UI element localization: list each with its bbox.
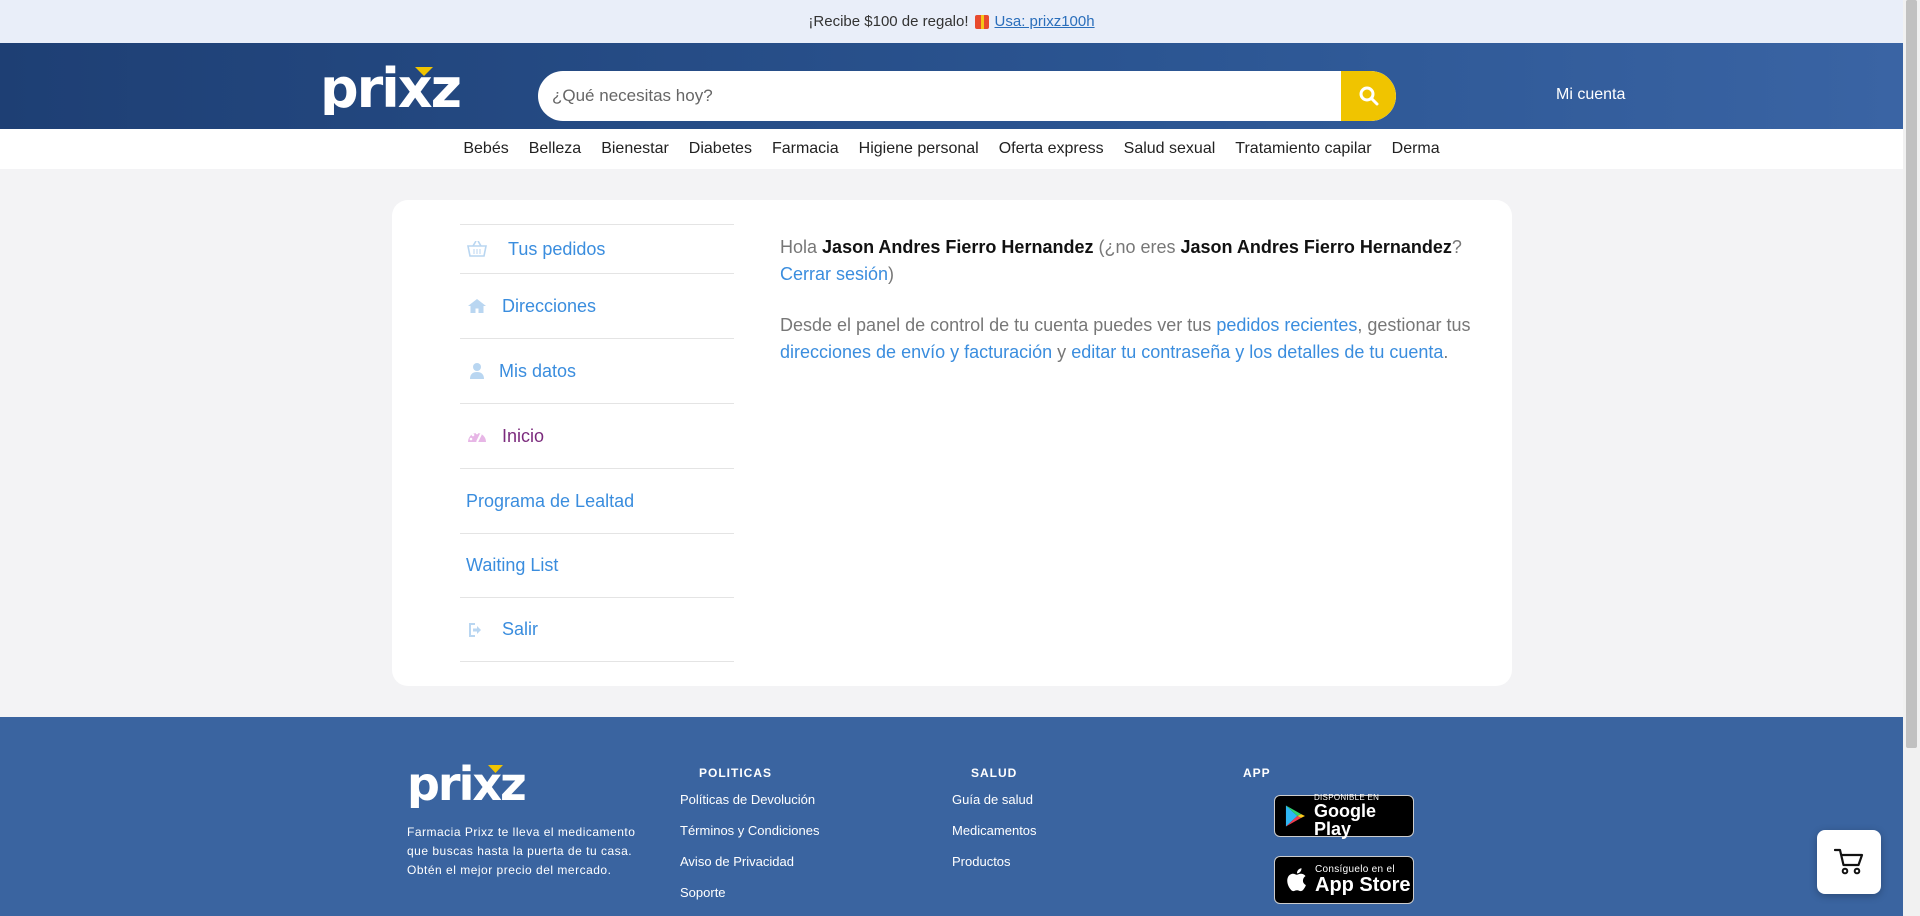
app-store-big: App Store [1315,874,1411,896]
close-paren: ) [888,264,895,284]
footer-app-title: APP [1243,766,1271,780]
basket-icon [466,238,488,260]
sidebar-item-label: Salir [502,619,539,639]
not-you-text: (¿no eres [1098,237,1176,257]
sidebar-item-orders[interactable]: Tus pedidos [460,224,734,273]
desc-text: . [1443,342,1449,362]
my-account-link[interactable]: Mi cuenta [1556,86,1625,104]
site-footer: prixz Farmacia Prixz te lleva el medicam… [0,717,1903,916]
footer-link-privacy[interactable]: Aviso de Privacidad [680,854,819,885]
sidebar-item-waiting-list[interactable]: Waiting List [460,533,734,597]
question-mark: ? [1451,237,1462,257]
user-name-repeat: Jason Andres Fierro Hernandez [1180,237,1452,257]
desc-text: , gestionar tus [1357,315,1471,335]
desc-text: Desde el panel de control de tu cuenta p… [780,315,1212,335]
sidebar-item-label: Inicio [502,425,545,446]
category-farmacia[interactable]: Farmacia [762,140,849,158]
category-bienestar[interactable]: Bienestar [591,140,679,158]
footer-link-support[interactable]: Soporte [680,885,819,916]
scrollbar-thumb[interactable] [1906,0,1917,748]
sidebar-item-loyalty[interactable]: Programa de Lealtad [460,468,734,533]
google-play-icon [1285,805,1306,827]
search-input[interactable] [538,71,1341,121]
apple-icon [1287,868,1306,892]
footer-health-title: SALUD [971,766,1018,780]
promo-text: ¡Recibe $100 de regalo! [808,13,969,30]
promo-bar: ¡Recibe $100 de regalo! Usa: prixz100h [0,0,1903,43]
app-store-button[interactable]: Consíguelo en el App Store [1274,856,1414,904]
footer-logo-text: prixz [407,762,525,808]
sidebar-item-label: Programa de Lealtad [466,490,635,511]
footer-link-terms[interactable]: Términos y Condiciones [680,823,819,854]
welcome-content: Hola Jason Andres Fierro Hernandez (¿no … [780,234,1480,366]
sidebar-item-label: Waiting List [466,555,559,575]
edit-account-link[interactable]: editar tu contraseña y los detalles de t… [1071,342,1443,362]
category-salud-sexual[interactable]: Salud sexual [1114,140,1226,158]
welcome-greeting: Hola Jason Andres Fierro Hernandez (¿no … [780,234,1480,288]
footer-link-health-guide[interactable]: Guía de salud [952,792,1037,823]
logout-link[interactable]: Cerrar sesión [780,264,888,284]
category-higiene-personal[interactable]: Higiene personal [849,140,989,158]
category-tratamiento-capilar[interactable]: Tratamiento capilar [1225,140,1381,158]
google-play-big: Google Play [1313,801,1376,839]
logo-text: prixz [320,63,460,115]
search-button[interactable] [1341,71,1396,121]
footer-tagline: Farmacia Prixz te lleva el medicamento q… [407,825,636,877]
desc-text: y [1057,342,1067,362]
recent-orders-link[interactable]: pedidos recientes [1216,315,1357,335]
gift-icon [974,14,989,29]
footer-app: APP [1243,766,1271,792]
footer-policies: POLITICAS Políticas de Devolución Términ… [680,766,819,916]
sidebar-item-logout[interactable]: Salir [460,597,734,662]
sidebar-item-home[interactable]: Inicio [460,403,734,468]
footer-link-products[interactable]: Productos [952,854,1037,885]
footer-link-medicines[interactable]: Medicamentos [952,823,1037,854]
sidebar-item-my-data[interactable]: Mis datos [460,338,734,403]
cart-button[interactable] [1817,830,1881,894]
google-play-button[interactable]: DISPONIBLE EN Google Play [1274,794,1414,839]
category-bebes[interactable]: Bebés [453,140,518,158]
footer-logo[interactable]: prixz [407,762,547,808]
account-card: Tus pedidos Direcciones Mis datos Inicio… [392,200,1512,686]
welcome-description: Desde el panel de control de tu cuenta p… [780,312,1480,366]
site-header: prixz Mi cuenta [0,43,1903,129]
promo-code-link[interactable]: Usa: prixz100h [995,13,1095,30]
sidebar-item-addresses[interactable]: Direcciones [460,273,734,338]
account-sidebar: Tus pedidos Direcciones Mis datos Inicio… [460,224,734,662]
sidebar-item-label: Direcciones [502,295,597,316]
page-scrollbar[interactable] [1903,0,1920,916]
dashboard-icon [466,425,488,447]
footer-health: SALUD Guía de salud Medicamentos Product… [952,766,1037,885]
sidebar-item-label: Mis datos [499,360,577,381]
cart-icon [1834,848,1864,875]
logout-icon [466,619,488,641]
addresses-link[interactable]: direcciones de envío y facturación [780,342,1052,362]
footer-policies-title: POLITICAS [699,766,773,780]
category-oferta-express[interactable]: Oferta express [989,140,1114,158]
category-belleza[interactable]: Belleza [519,140,591,158]
category-nav: Bebés Belleza Bienestar Diabetes Farmaci… [0,129,1903,169]
hello-text: Hola [780,237,818,257]
category-diabetes[interactable]: Diabetes [679,140,762,158]
prixz-logo[interactable]: prixz [320,63,480,115]
user-name: Jason Andres Fierro Hernandez [822,237,1094,257]
user-icon [466,360,488,382]
search-box [538,71,1396,121]
category-derma[interactable]: Derma [1382,140,1450,158]
footer-link-returns[interactable]: Políticas de Devolución [680,792,819,823]
sidebar-item-label: Tus pedidos [508,238,606,259]
search-icon [1359,86,1378,106]
home-icon [466,295,488,317]
